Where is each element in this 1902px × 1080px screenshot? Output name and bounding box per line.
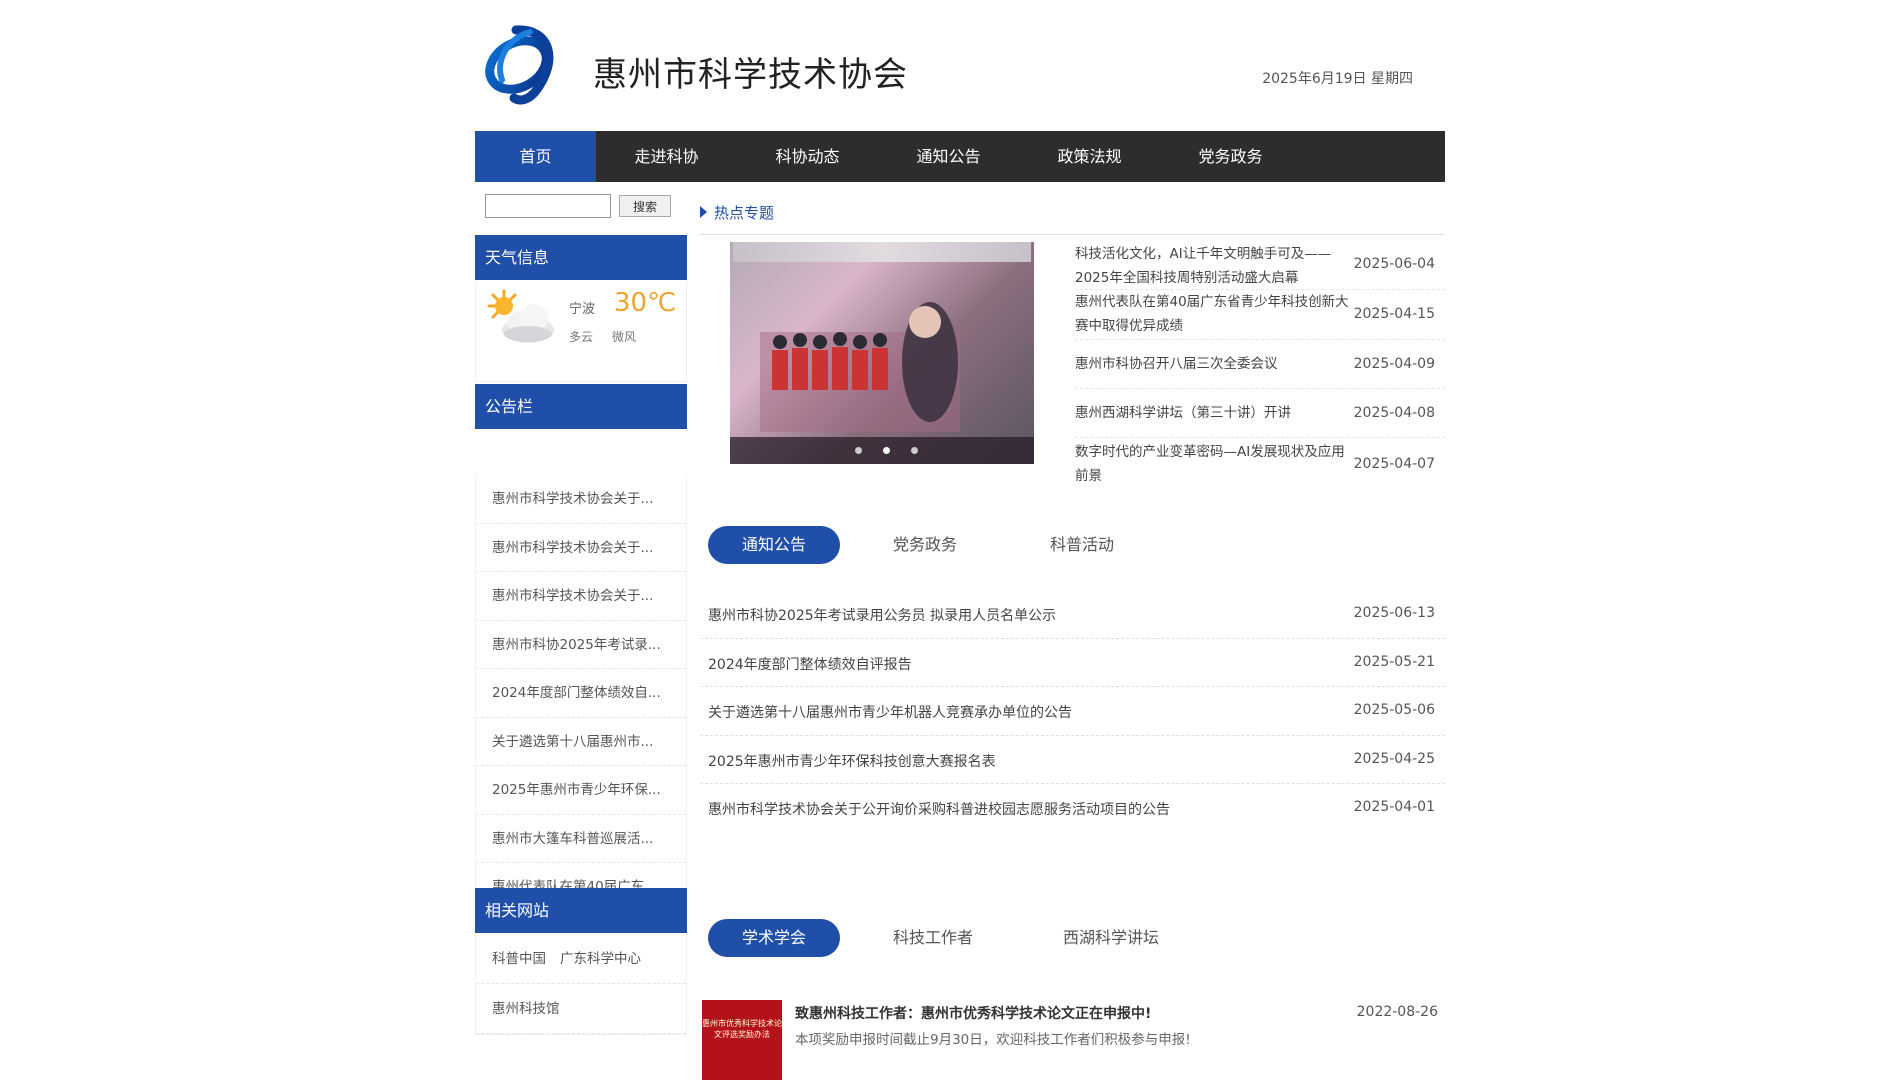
related-sites-title: 相关网站: [475, 888, 687, 933]
hot-topics-header: 热点专题: [700, 182, 1445, 235]
carousel-controls: [730, 437, 1034, 464]
tab-academic-societies[interactable]: 学术学会: [708, 919, 840, 957]
news-row: 2024年度部门整体绩效自评报告 2025-05-21: [700, 639, 1445, 687]
carousel-dot-active[interactable]: [883, 447, 890, 454]
academic-tabs: 学术学会 科技工作者 西湖科学讲坛: [700, 919, 1445, 959]
news-title[interactable]: 惠州市科学技术协会关于公开询价采购科普进校园志愿服务活动项目的公告: [708, 799, 1170, 819]
hot-news-item: 数字时代的产业变革密码—AI发展现状及应用前景 2025-04-07: [1075, 438, 1445, 490]
related-sites-row: 科普中国 广东科学中心: [476, 934, 686, 984]
hot-news-list: 科技活化文化，AI让千年文明触手可及——2025年全国科技周特别活动盛大启幕 2…: [1075, 242, 1445, 490]
partly-cloudy-icon: [487, 289, 554, 343]
news-date: 2025-06-13: [1353, 605, 1435, 621]
hot-news-date: 2025-04-08: [1353, 405, 1435, 421]
news-row: 2025年惠州市青少年环保科技创意大赛报名表 2025-04-25: [700, 736, 1445, 784]
nav-item-policy[interactable]: 政策法规: [1019, 131, 1160, 182]
related-link-kepu[interactable]: 科普中国: [492, 951, 546, 967]
news-date: 2025-04-01: [1353, 799, 1435, 815]
news-title[interactable]: 惠州市科协2025年考试录用公务员 拟录用人员名单公示: [708, 605, 1056, 625]
hot-news-item: 惠州代表队在第40届广东省青少年科技创新大赛中取得优异成绩 2025-04-15: [1075, 290, 1445, 340]
hot-news-item: 惠州西湖科学讲坛（第三十讲）开讲 2025-04-08: [1075, 389, 1445, 438]
weather-temperature: 30℃: [614, 288, 677, 318]
tab-party-affairs[interactable]: 党务政务: [893, 526, 957, 564]
arrow-right-icon: [700, 206, 707, 218]
hot-news-title[interactable]: 惠州代表队在第40届广东省青少年科技创新大赛中取得优异成绩: [1075, 290, 1350, 338]
carousel-banner-strip: [733, 242, 1031, 262]
news-date: 2025-05-21: [1353, 653, 1435, 670]
notice-board-list: 惠州市科学技术协会关于... 惠州市科学技术协会关于... 惠州市科学技术协会关…: [475, 475, 687, 912]
hot-news-date: 2025-04-15: [1353, 306, 1435, 322]
hot-news-item: 科技活化文化，AI让千年文明触手可及——2025年全国科技周特别活动盛大启幕 2…: [1075, 242, 1445, 290]
carousel-dot[interactable]: [855, 447, 862, 454]
news-title[interactable]: 2025年惠州市青少年环保科技创意大赛报名表: [708, 751, 996, 771]
hot-news-title[interactable]: 数字时代的产业变革密码—AI发展现状及应用前景: [1075, 440, 1350, 488]
related-link-gdsc[interactable]: 广东科学中心: [560, 951, 641, 967]
search-input[interactable]: [485, 194, 611, 218]
hot-news-date: 2025-06-04: [1353, 256, 1435, 272]
weather-city: 宁波: [569, 302, 596, 317]
notice-tabs: 通知公告 党务政务 科普活动: [700, 526, 1445, 566]
news-row: 惠州市科学技术协会关于公开询价采购科普进校园志愿服务活动项目的公告 2025-0…: [700, 784, 1445, 833]
site-title: 惠州市科学技术协会: [593, 55, 908, 95]
search-bar: 搜索: [485, 194, 687, 220]
carousel-dot[interactable]: [911, 447, 918, 454]
news-title[interactable]: 2024年度部门整体绩效自评报告: [708, 654, 912, 674]
hot-news-date: 2025-04-07: [1353, 456, 1435, 472]
weather-widget: 宁波 30℃ 多云 微风: [475, 282, 687, 382]
featured-thumbnail[interactable]: 惠州市优秀科学技术论文评选奖励办法: [702, 1000, 782, 1080]
news-date: 2025-05-06: [1353, 702, 1435, 718]
featured-article: 惠州市优秀科学技术论文评选奖励办法 致惠州科技工作者：惠州市优秀科学技术论文正在…: [700, 1000, 1445, 1080]
notice-item[interactable]: 惠州市科学技术协会关于...: [476, 524, 686, 572]
notice-item[interactable]: 关于遴选第十八届惠州市...: [476, 718, 686, 766]
notice-board-title: 公告栏: [475, 384, 687, 429]
hot-news-title[interactable]: 惠州西湖科学讲坛（第三十讲）开讲: [1075, 401, 1350, 425]
carousel-photo: [760, 302, 960, 432]
weather-wind: 微风: [612, 330, 637, 344]
weather-condition: 多云: [569, 330, 594, 344]
nav-item-party[interactable]: 党务政务: [1160, 131, 1301, 182]
hot-news-title[interactable]: 惠州市科协召开八届三次全委会议: [1075, 352, 1350, 376]
tab-science-activities[interactable]: 科普活动: [1050, 526, 1114, 564]
featured-date: 2022-08-26: [1356, 1004, 1438, 1020]
news-row: 惠州市科协2025年考试录用公务员 拟录用人员名单公示 2025-06-13: [700, 590, 1445, 639]
nav-item-home[interactable]: 首页: [475, 131, 596, 182]
notice-news-list: 惠州市科协2025年考试录用公务员 拟录用人员名单公示 2025-06-13 2…: [700, 590, 1445, 833]
image-carousel[interactable]: [730, 242, 1034, 464]
notice-item[interactable]: 惠州市科协2025年考试录...: [476, 621, 686, 669]
nav-item-about[interactable]: 走进科协: [596, 131, 737, 182]
site-header: 惠州市科学技术协会 2025年6月19日 星期四: [475, 0, 1445, 130]
news-row: 关于遴选第十八届惠州市青少年机器人竞赛承办单位的公告 2025-05-06: [700, 687, 1445, 736]
news-date: 2025-04-25: [1353, 750, 1435, 767]
tab-notices[interactable]: 通知公告: [708, 526, 840, 564]
notice-item[interactable]: 惠州市科学技术协会关于...: [476, 572, 686, 621]
notice-item[interactable]: 2024年度部门整体绩效自...: [476, 669, 686, 718]
nav-item-news[interactable]: 科协动态: [737, 131, 878, 182]
hot-news-date: 2025-04-09: [1353, 356, 1435, 372]
current-date: 2025年6月19日 星期四: [1262, 71, 1413, 87]
tab-xihu-forum[interactable]: 西湖科学讲坛: [1063, 919, 1159, 957]
logo-icon[interactable]: [480, 20, 566, 106]
news-title[interactable]: 关于遴选第十八届惠州市青少年机器人竞赛承办单位的公告: [708, 702, 1072, 722]
related-sites-list: 科普中国 广东科学中心 惠州科技馆: [475, 934, 687, 1035]
notice-item[interactable]: 惠州市科学技术协会关于...: [476, 475, 686, 524]
featured-title[interactable]: 致惠州科技工作者：惠州市优秀科学技术论文正在申报中!: [795, 1003, 1151, 1023]
featured-description: 本项奖励申报时间截止9月30日，欢迎科技工作者们积极参与申报!: [795, 1032, 1191, 1048]
notice-item[interactable]: 惠州市大篷车科普巡展活...: [476, 815, 686, 863]
weather-title: 天气信息: [475, 235, 687, 280]
notice-item[interactable]: 2025年惠州市青少年环保...: [476, 766, 686, 815]
nav-item-notices[interactable]: 通知公告: [878, 131, 1019, 182]
hot-news-item: 惠州市科协召开八届三次全委会议 2025-04-09: [1075, 340, 1445, 389]
related-sites-row: 惠州科技馆: [476, 984, 686, 1034]
tab-sci-tech-workers[interactable]: 科技工作者: [893, 919, 973, 957]
search-button[interactable]: 搜索: [619, 195, 671, 217]
hot-news-title[interactable]: 科技活化文化，AI让千年文明触手可及——2025年全国科技周特别活动盛大启幕: [1075, 242, 1350, 290]
main-nav: 首页 走进科协 科协动态 通知公告 政策法规 党务政务: [475, 131, 1445, 182]
hot-topics-title[interactable]: 热点专题: [714, 202, 774, 223]
page: 惠州市科学技术协会 2025年6月19日 星期四 首页 走进科协 科协动态 通知…: [475, 0, 1445, 1080]
related-link-museum[interactable]: 惠州科技馆: [492, 1001, 560, 1017]
